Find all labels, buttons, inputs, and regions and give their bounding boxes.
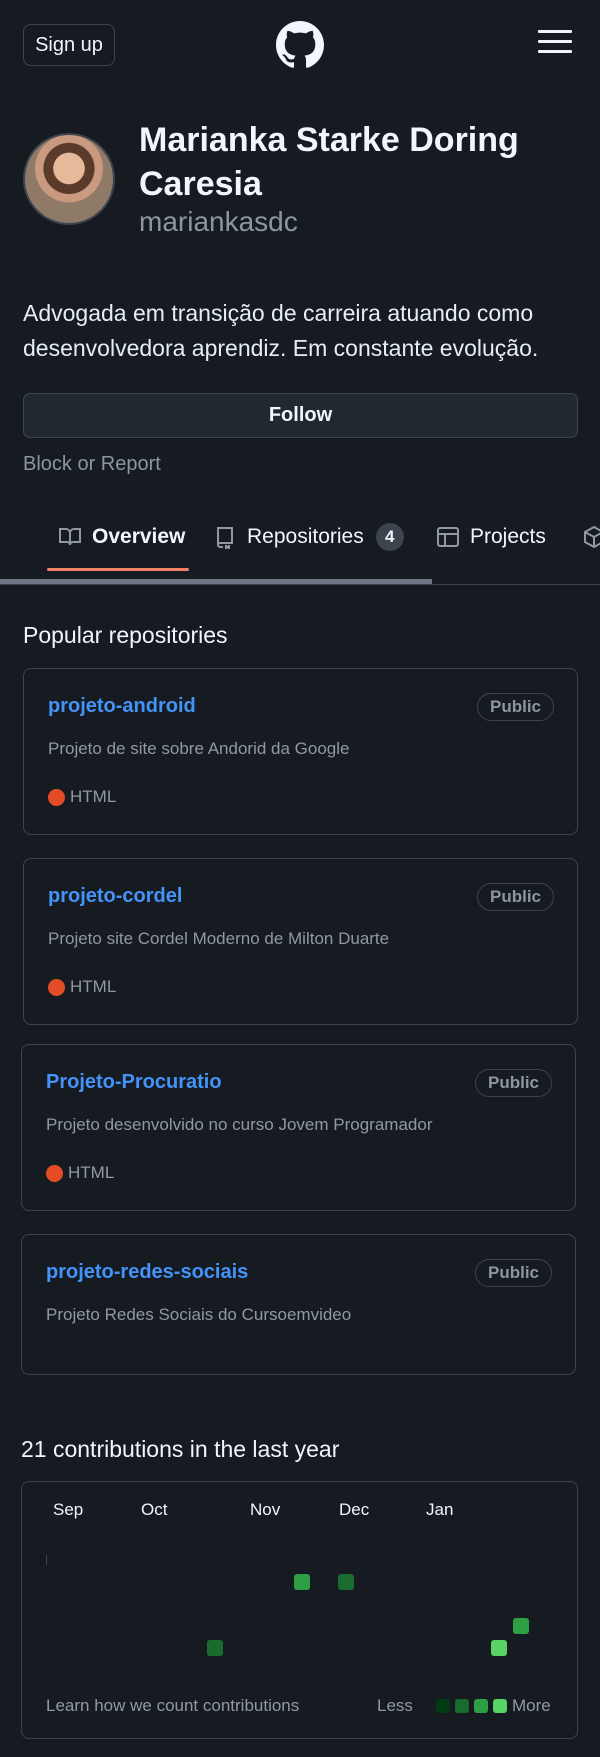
block-or-report-link[interactable]: Block or Report — [23, 453, 161, 476]
contribution-cell[interactable] — [491, 1640, 507, 1656]
tab-packages[interactable] — [582, 515, 600, 559]
tab-label: Overview — [92, 525, 186, 548]
package-icon — [584, 525, 600, 549]
visibility-badge: Public — [476, 693, 554, 721]
repo-card: Projeto-Procuratio Public Projeto desenv… — [21, 1044, 576, 1211]
repo-link[interactable]: projeto-redes-sociais — [46, 1261, 248, 1284]
repo-language: HTML — [46, 1163, 114, 1183]
learn-contributions-link[interactable]: Learn how we count contributions — [46, 1696, 299, 1716]
language-color-dot — [46, 1164, 63, 1182]
legend-level-4 — [493, 1699, 507, 1713]
repo-link[interactable]: projeto-android — [48, 695, 196, 718]
visibility-badge: Public — [474, 1069, 552, 1097]
repo-description: Projeto desenvolvido no curso Jovem Prog… — [46, 1115, 433, 1134]
legend-less-label: Less — [377, 1696, 413, 1715]
avatar — [23, 133, 115, 225]
tab-repositories[interactable]: Repositories 4 — [213, 515, 404, 559]
repo-card: projeto-cordel Public Projeto site Corde… — [23, 858, 578, 1025]
profile-full-name: Marianka Starke Doring Caresia — [139, 121, 519, 203]
contributions-heading: 21 contributions in the last year — [21, 1436, 340, 1462]
tabs-scrollbar[interactable] — [0, 579, 432, 584]
table-icon — [437, 527, 459, 547]
repo-description: Projeto de site sobre Andorid da Google — [48, 739, 350, 758]
repo-description: Projeto site Cordel Moderno de Milton Du… — [48, 929, 390, 948]
month-label: Oct — [141, 1500, 168, 1519]
legend-level-2 — [455, 1699, 469, 1713]
contribution-cell[interactable] — [207, 1640, 223, 1656]
language-color-dot — [48, 978, 65, 996]
hamburger-menu-icon[interactable] — [538, 30, 572, 56]
language-color-dot — [48, 788, 65, 806]
github-mark-icon[interactable] — [276, 21, 324, 69]
repo-link[interactable]: Projeto-Procuratio — [46, 1071, 222, 1094]
repo-card: projeto-redes-sociais Public Projeto Red… — [21, 1234, 576, 1375]
legend-level-3 — [474, 1699, 488, 1713]
repo-icon — [217, 527, 233, 549]
profile-page: Sign up Marianka Starke Doring Caresia m… — [0, 0, 600, 1757]
repo-language: HTML — [48, 787, 116, 807]
contribution-cell[interactable] — [338, 1574, 354, 1590]
language-label: HTML — [70, 977, 117, 996]
follow-button[interactable]: Follow — [23, 393, 578, 438]
contribution-graph: Sep Oct Nov Dec Jan Learn how we count c… — [21, 1481, 578, 1739]
month-label: Nov — [250, 1500, 281, 1519]
repo-language: HTML — [48, 977, 116, 997]
repo-description: Projeto Redes Sociais do Cursoemvideo — [46, 1305, 352, 1324]
repo-link[interactable]: projeto-cordel — [48, 885, 182, 908]
contribution-cell[interactable] — [294, 1574, 310, 1590]
language-label: HTML — [70, 787, 117, 806]
tab-label: Projects — [470, 525, 546, 548]
legend-level-1 — [436, 1699, 450, 1713]
selected-tab-indicator — [47, 568, 189, 571]
profile-bio: Advogada em transição de carreira atuand… — [23, 300, 539, 361]
legend-more-label: More — [512, 1696, 551, 1715]
tab-projects[interactable]: Projects — [436, 515, 546, 559]
visibility-badge: Public — [474, 1259, 552, 1287]
sign-up-button[interactable]: Sign up — [23, 24, 115, 66]
book-icon — [59, 528, 81, 546]
tab-overview[interactable]: Overview — [58, 515, 185, 559]
repositories-count-badge: 4 — [375, 523, 404, 551]
repo-card: projeto-android Public Projeto de site s… — [23, 668, 578, 835]
tab-divider — [0, 584, 600, 585]
visibility-badge: Public — [476, 883, 554, 911]
profile-tabs: Overview Repositories 4 Projects — [0, 515, 600, 575]
language-label: HTML — [68, 1163, 115, 1182]
popular-repositories-heading: Popular repositories — [23, 622, 228, 648]
tab-label: Repositories — [247, 525, 364, 548]
contribution-cell[interactable] — [513, 1618, 529, 1634]
profile-username: mariankasdc — [139, 206, 298, 237]
month-label: Dec — [339, 1500, 370, 1519]
month-label: Sep — [53, 1500, 84, 1519]
graph-edge-mark — [46, 1555, 47, 1565]
month-label: Jan — [426, 1500, 454, 1519]
